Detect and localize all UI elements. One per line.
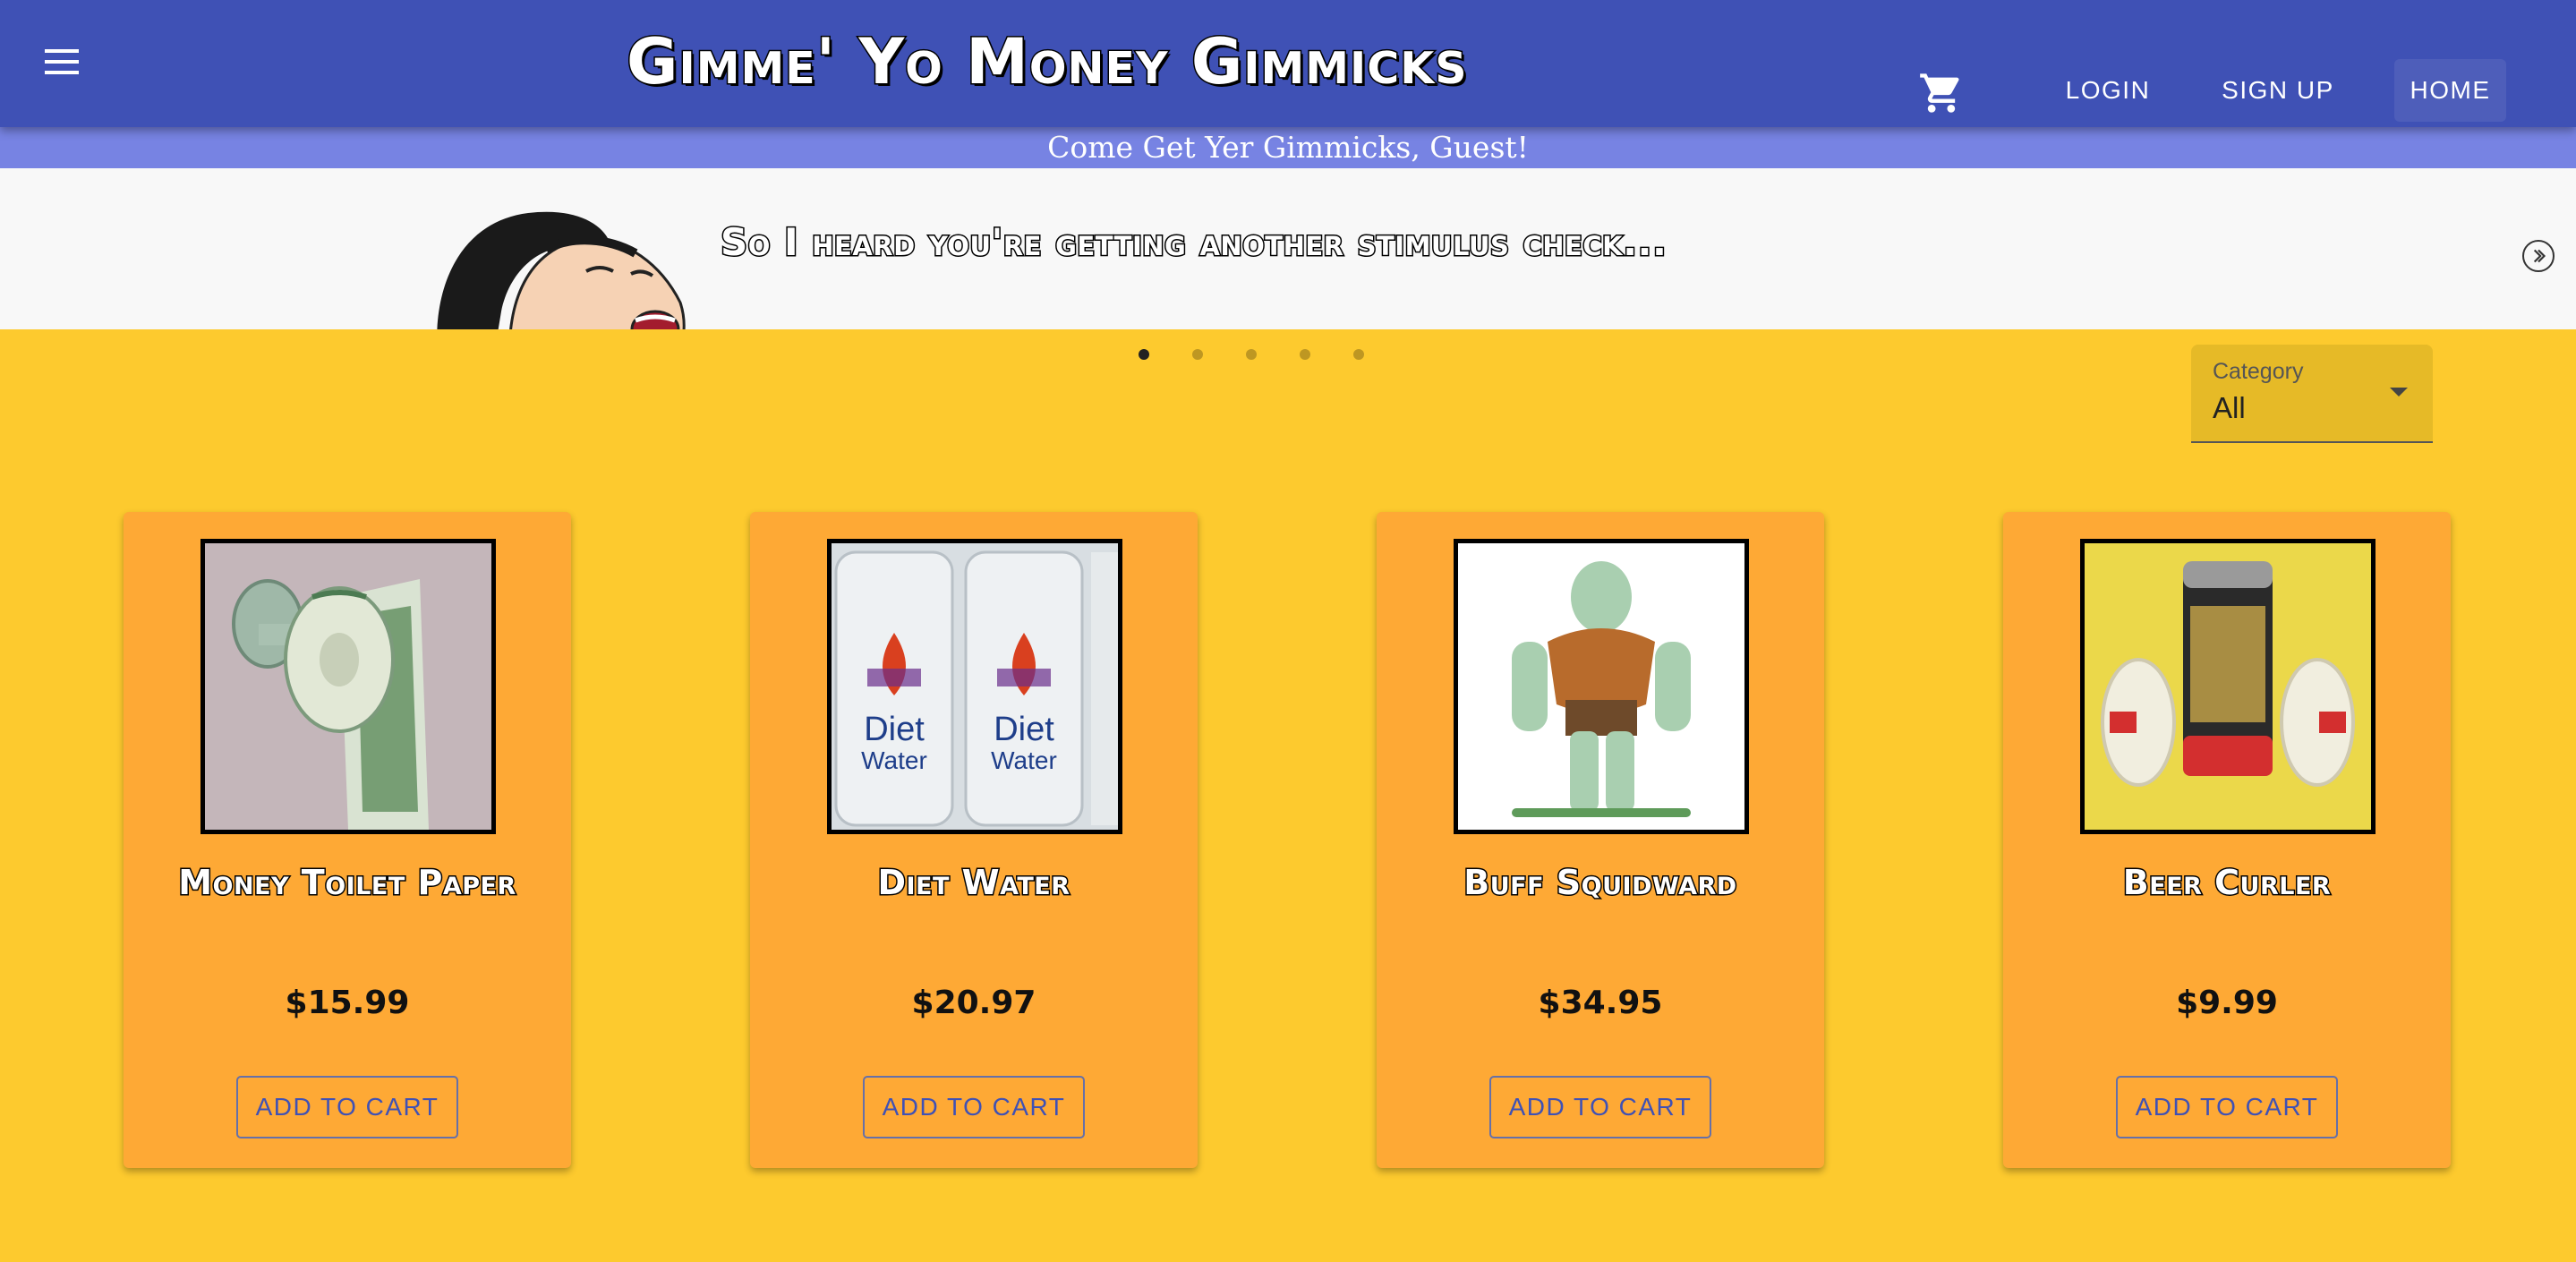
product-price: $15.99 — [285, 985, 410, 1021]
hamburger-menu-icon[interactable] — [36, 36, 88, 88]
carousel-dot-3[interactable] — [1246, 349, 1257, 360]
carousel-caption: So I heard you're getting another stimul… — [719, 219, 1668, 266]
product-price: $9.99 — [2176, 985, 2278, 1021]
carousel-dot-5[interactable] — [1353, 349, 1364, 360]
product-card: Beer Curler $9.99 ADD TO CART — [2003, 512, 2451, 1168]
add-to-cart-button[interactable]: ADD TO CART — [2116, 1076, 2338, 1138]
diet-water-bottles-image: Diet Water Diet Water — [827, 539, 1122, 834]
app-bar: Gimme' Yo Money Gimmicks LOGIN SIGN UP H… — [0, 0, 2576, 127]
product-name: Diet Water — [876, 862, 1071, 904]
product-card: Buff Squidward $34.95 ADD TO CART — [1377, 512, 1824, 1168]
sign-up-button[interactable]: SIGN UP — [2211, 59, 2345, 122]
svg-text:Water: Water — [861, 746, 927, 774]
buff-squidward-figure-image — [1454, 539, 1749, 834]
carousel-dot-2[interactable] — [1192, 349, 1203, 360]
money-toilet-paper-image — [200, 539, 496, 834]
svg-text:Water: Water — [991, 746, 1057, 774]
add-to-cart-button[interactable]: ADD TO CART — [1489, 1076, 1711, 1138]
svg-text:Diet: Diet — [994, 711, 1054, 748]
dropdown-arrow-icon — [2390, 388, 2408, 397]
svg-text:Diet: Diet — [864, 711, 925, 748]
product-name: Buff Squidward — [1463, 862, 1738, 904]
carousel-dot-1[interactable] — [1139, 349, 1149, 360]
home-button[interactable]: HOME — [2394, 59, 2506, 122]
product-name: Beer Curler — [2121, 862, 2332, 904]
category-label: Category — [2213, 359, 2304, 384]
laughing-woman-illustration — [437, 211, 686, 329]
category-select[interactable]: Category All — [2191, 345, 2433, 443]
carousel-slide: So I heard you're getting another stimul… — [0, 168, 2576, 329]
chevron-right-circle-icon[interactable] — [2522, 240, 2555, 272]
login-button[interactable]: LOGIN — [2050, 59, 2166, 122]
carousel-indicators — [1139, 349, 1364, 360]
category-value: All — [2213, 391, 2246, 424]
product-card: Money Toilet Paper $15.99 ADD TO CART — [124, 512, 571, 1168]
add-to-cart-button[interactable]: ADD TO CART — [863, 1076, 1085, 1138]
beer-can-dumbbell-image — [2080, 539, 2376, 834]
product-name: Money Toilet Paper — [177, 862, 517, 904]
site-title: Gimme' Yo Money Gimmicks — [626, 24, 1469, 100]
add-to-cart-button[interactable]: ADD TO CART — [236, 1076, 458, 1138]
product-price: $34.95 — [1538, 985, 1663, 1021]
carousel-dot-4[interactable] — [1300, 349, 1310, 360]
welcome-message: Come Get Yer Gimmicks, Guest! — [0, 127, 2576, 168]
shopping-cart-icon[interactable] — [1915, 70, 1967, 116]
product-price: $20.97 — [911, 985, 1036, 1021]
product-card: Diet Water Diet Water Diet Water $20.97 … — [750, 512, 1198, 1168]
